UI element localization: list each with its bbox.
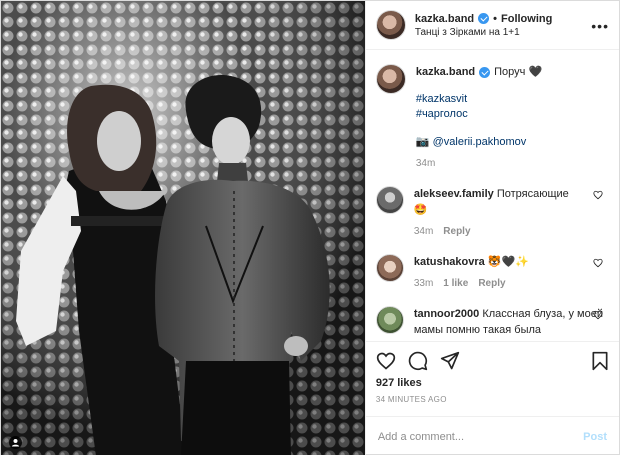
header-text: kazka.band • Following Танці з Зірками н… (415, 13, 553, 38)
comment-item: alekseev.family Потрясающие 🤩 34m Reply (375, 186, 609, 240)
caption-avatar[interactable] (375, 64, 406, 94)
comment-username[interactable]: alekseev.family (414, 188, 494, 200)
post-actions: 927 likes 34 MINUTES AGO Post (365, 341, 619, 455)
likes-count[interactable]: 927 likes (376, 377, 609, 389)
tagged-people-icon[interactable] (9, 436, 22, 449)
share-paper-plane-icon[interactable] (440, 351, 460, 371)
separator-dot: • (493, 12, 497, 25)
like-comment-heart-icon[interactable] (593, 310, 603, 320)
hashtag-link[interactable]: #чарголос (416, 107, 609, 122)
following-button[interactable]: Following (501, 13, 552, 25)
comment-emoji: 🤩 (413, 204, 428, 216)
caption-username[interactable]: kazka.band (416, 64, 475, 80)
caption-time[interactable]: 34m (416, 156, 435, 172)
post-timestamp[interactable]: 34 MINUTES AGO (376, 395, 609, 404)
comment-likes[interactable]: 1 like (443, 276, 468, 292)
reply-button[interactable]: Reply (478, 276, 505, 292)
add-comment-bar: Post (365, 416, 619, 455)
more-options-icon[interactable]: ••• (591, 18, 609, 34)
comment-input[interactable] (377, 430, 584, 443)
save-bookmark-icon[interactable] (591, 351, 609, 371)
post-side-panel: kazka.band • Following Танці з Зірками н… (364, 1, 619, 455)
like-comment-heart-icon[interactable] (593, 258, 603, 268)
post-photo[interactable] (1, 1, 365, 455)
comment-time[interactable]: 34m (414, 224, 433, 240)
post-comment-button[interactable]: Post (583, 431, 607, 443)
caption-line: kazka.band Поруч 🖤 (416, 64, 609, 80)
header-line: kazka.band • Following (415, 13, 553, 25)
author-avatar[interactable] (375, 10, 406, 40)
comments-list[interactable]: kazka.band Поруч 🖤 #kazkasvit #чарголос … (366, 50, 619, 341)
post-location[interactable]: Танці з Зірками на 1+1 (415, 27, 553, 38)
comment-bubble-icon[interactable] (408, 351, 428, 371)
comment-text: 🐯🖤✨ (487, 256, 529, 268)
instagram-post: kazka.band • Following Танці з Зірками н… (0, 0, 620, 455)
camera-icon: 📷 (415, 136, 430, 148)
caption-meta: 34m (416, 156, 609, 172)
verified-badge-icon (478, 13, 490, 24)
action-icons (376, 348, 609, 374)
comment-item: tannoor2000 Классная блуза, у моей мамы … (375, 306, 609, 338)
photo-credit: 📷 @valerii.pakhomov (416, 134, 609, 150)
photo-image (1, 1, 365, 455)
reply-button[interactable]: Reply (443, 224, 470, 240)
comment-username[interactable]: katushakovra (414, 256, 485, 268)
comment-item: katushakovra 🐯🖤✨ 33m 1 like Reply (375, 254, 609, 292)
caption: kazka.band Поруч 🖤 #kazkasvit #чарголос … (375, 64, 609, 172)
comment-avatar[interactable] (375, 186, 404, 214)
hashtag-link[interactable]: #kazkasvit (416, 92, 609, 107)
comment-avatar[interactable] (375, 254, 404, 282)
comment-username[interactable]: tannoor2000 (414, 308, 479, 320)
author-username[interactable]: kazka.band (415, 13, 474, 25)
comment-time[interactable]: 33m (414, 276, 433, 292)
comment-body: alekseev.family Потрясающие 🤩 34m Reply (414, 186, 609, 240)
comment-body: tannoor2000 Классная блуза, у моей мамы … (414, 306, 609, 338)
comment-meta: 34m Reply (414, 224, 609, 240)
like-heart-icon[interactable] (376, 351, 396, 371)
credit-mention-link[interactable]: @valerii.pakhomov (433, 136, 527, 148)
caption-text: Поруч 🖤 (494, 66, 543, 78)
caption-body: kazka.band Поруч 🖤 #kazkasvit #чарголос … (416, 64, 609, 172)
comment-avatar[interactable] (375, 306, 404, 334)
verified-badge-icon (479, 66, 491, 78)
comment-body: katushakovra 🐯🖤✨ 33m 1 like Reply (414, 254, 609, 292)
comment-text: Потрясающие (496, 188, 569, 200)
comment-meta: 33m 1 like Reply (414, 276, 609, 292)
like-comment-heart-icon[interactable] (593, 190, 603, 200)
post-header: kazka.band • Following Танці з Зірками н… (365, 1, 619, 50)
